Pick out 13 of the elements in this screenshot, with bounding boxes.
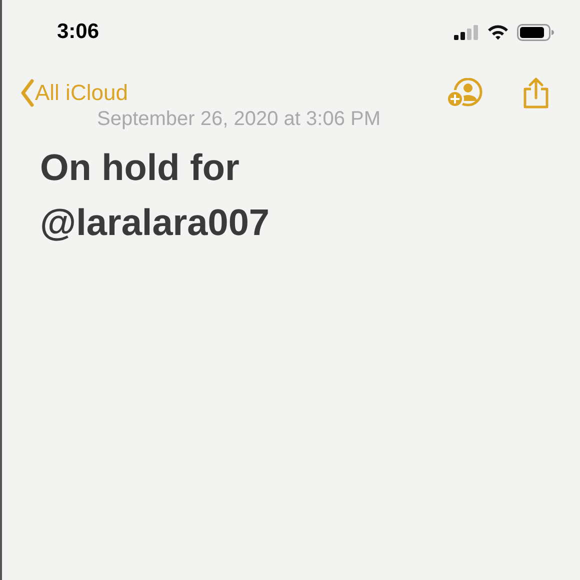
back-button[interactable]: All iCloud	[35, 80, 128, 106]
add-person-icon	[446, 78, 484, 108]
note-date: September 26, 2020 at 3:06 PM	[97, 108, 381, 131]
wifi-icon	[487, 24, 509, 40]
status-time: 3:06	[57, 20, 100, 44]
note-title-line: @laralara007	[40, 201, 270, 245]
share-icon	[522, 77, 550, 109]
battery-icon	[517, 24, 554, 40]
add-person-button[interactable]	[446, 78, 484, 108]
signal-icon	[454, 24, 479, 40]
share-button[interactable]	[522, 77, 550, 109]
note-title-line: On hold for	[40, 146, 240, 190]
back-chevron-icon[interactable]	[20, 79, 35, 107]
